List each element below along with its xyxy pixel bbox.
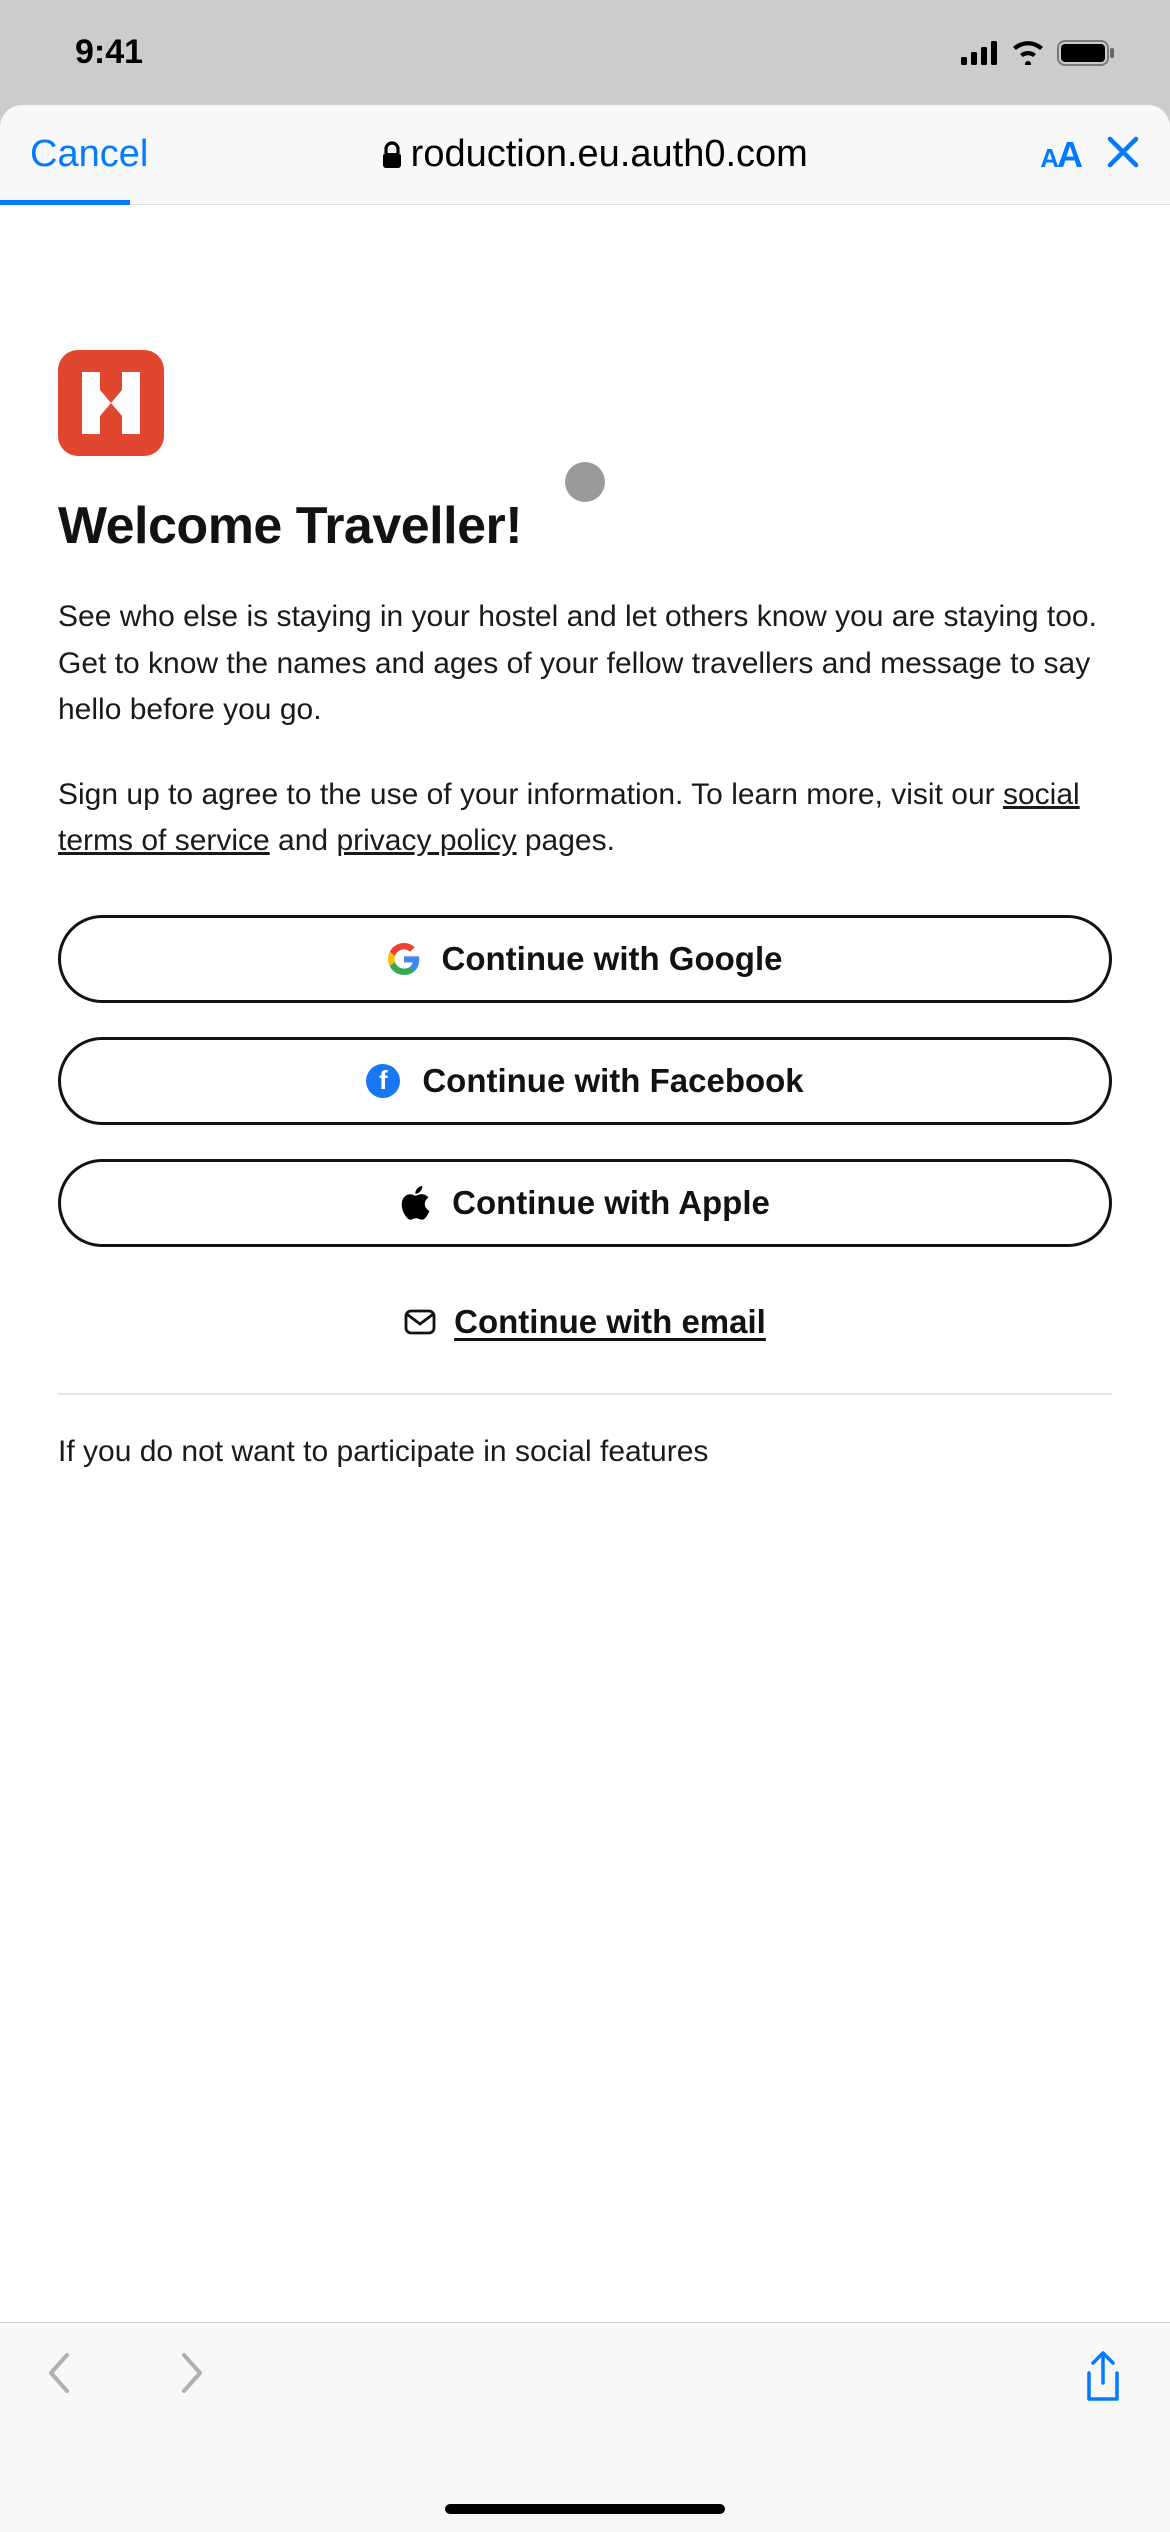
browser-header: Cancel roduction.eu.auth0.com AA (0, 105, 1170, 205)
continue-google-button[interactable]: Continue with Google (58, 915, 1112, 1003)
status-bar: 9:41 (0, 0, 1170, 105)
divider (58, 1393, 1112, 1395)
close-button[interactable] (1106, 135, 1140, 174)
facebook-icon: f (366, 1064, 400, 1098)
cancel-button[interactable]: Cancel (30, 133, 148, 176)
apple-button-label: Continue with Apple (452, 1184, 770, 1222)
forward-button[interactable] (178, 2351, 206, 2400)
web-content: Welcome Traveller! See who else is stayi… (0, 205, 1170, 2322)
continue-email-link[interactable]: Continue with email (58, 1281, 1112, 1383)
google-icon (388, 943, 420, 975)
wifi-icon (1011, 41, 1045, 65)
status-indicators (961, 40, 1115, 66)
chevron-right-icon (178, 2351, 206, 2395)
back-button[interactable] (45, 2351, 73, 2400)
hostelworld-logo-icon (82, 372, 140, 434)
chevron-left-icon (45, 2351, 73, 2395)
share-icon (1081, 2351, 1125, 2405)
brand-logo (58, 350, 164, 456)
loading-indicator (565, 462, 605, 502)
continue-facebook-button[interactable]: f Continue with Facebook (58, 1037, 1112, 1125)
page-description: See who else is staying in your hostel a… (58, 594, 1112, 734)
email-link-label: Continue with email (454, 1303, 766, 1341)
browser-toolbar (0, 2322, 1170, 2532)
address-bar[interactable]: roduction.eu.auth0.com (173, 133, 1015, 176)
facebook-button-label: Continue with Facebook (422, 1062, 803, 1100)
text-size-button[interactable]: AA (1040, 134, 1081, 176)
email-icon (404, 1309, 436, 1335)
page-title: Welcome Traveller! (58, 496, 1112, 556)
home-indicator[interactable] (445, 2504, 725, 2514)
google-button-label: Continue with Google (442, 940, 783, 978)
status-time: 9:41 (75, 33, 143, 72)
url-text: roduction.eu.auth0.com (411, 133, 808, 176)
close-icon (1106, 135, 1140, 169)
apple-icon (400, 1186, 430, 1220)
terms-text: Sign up to agree to the use of your info… (58, 772, 1112, 865)
lock-icon (381, 141, 403, 169)
footer-text: If you do not want to participate in soc… (58, 1435, 1112, 1469)
continue-apple-button[interactable]: Continue with Apple (58, 1159, 1112, 1247)
battery-icon (1057, 40, 1115, 66)
cellular-icon (961, 41, 999, 65)
privacy-link[interactable]: privacy policy (336, 824, 516, 857)
share-button[interactable] (1081, 2351, 1125, 2410)
browser-sheet: Cancel roduction.eu.auth0.com AA (0, 105, 1170, 2532)
